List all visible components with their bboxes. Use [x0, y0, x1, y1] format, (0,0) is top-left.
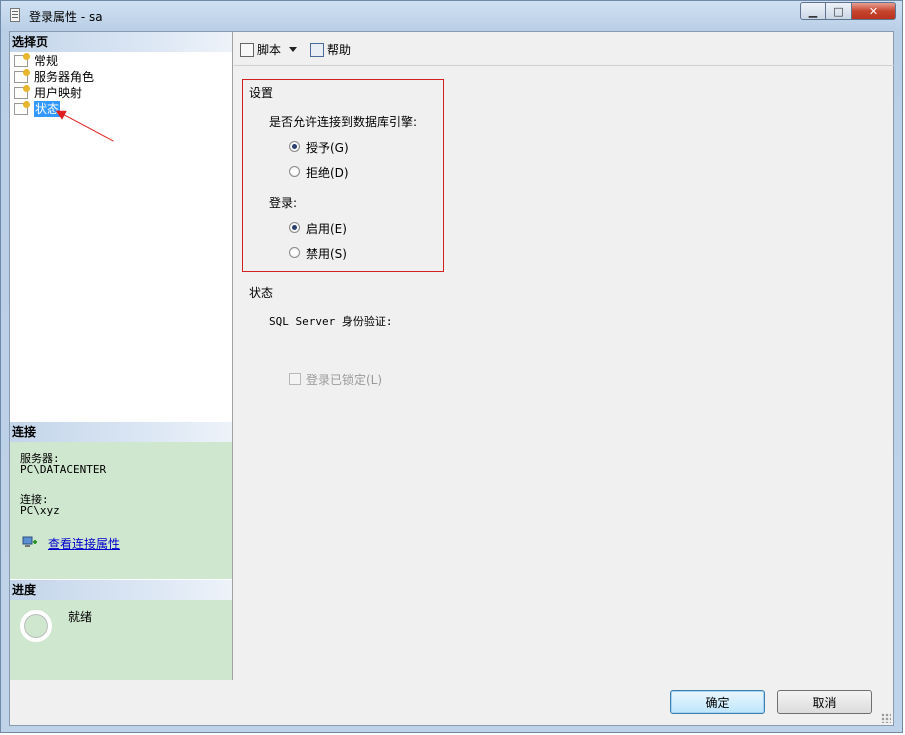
status-page-content: 设置 是否允许连接到数据库引擎: 授予(G) 拒绝(D) 登录: 启用(E) 禁…: [242, 72, 882, 672]
view-connection-properties-link[interactable]: 查看连接属性: [48, 535, 120, 552]
chevron-down-icon[interactable]: [289, 47, 298, 52]
server-value: PC\DATACENTER: [20, 463, 107, 476]
settings-section-title: 设置: [249, 86, 274, 100]
page-icon: [14, 85, 30, 99]
enable-label: 启用(E): [306, 222, 347, 236]
login-question: 登录:: [269, 196, 298, 210]
connection-header: 连接: [10, 422, 232, 442]
grant-label: 授予(G): [306, 141, 349, 155]
ok-button[interactable]: 确定: [670, 690, 765, 714]
minimize-button[interactable]: ▁: [800, 2, 826, 20]
window-title: 登录属性 - sa: [29, 10, 103, 24]
connection-properties-icon: [22, 536, 37, 547]
left-panel: 选择页 常规 服务器角色 用户映射 状态 连接 服务器: PC\DATACENT…: [10, 32, 233, 680]
enable-radio[interactable]: [289, 222, 300, 233]
progress-status: 就绪: [68, 610, 93, 624]
help-label: 帮助: [327, 43, 352, 57]
login-properties-window: 登录属性 - sa ▁ □ ✕ 选择页 常规 服务器角色 用户映射 状态 连接 …: [0, 0, 903, 733]
page-item-label: 用户映射: [34, 86, 83, 100]
page-icon: [14, 53, 30, 67]
page-list: 常规 服务器角色 用户映射 状态: [10, 52, 232, 117]
script-icon: [240, 42, 254, 57]
resize-grip[interactable]: [881, 713, 891, 723]
document-icon: [10, 8, 20, 22]
close-button[interactable]: ✕: [852, 2, 896, 20]
sql-auth-label: SQL Server 身份验证:: [269, 315, 393, 328]
permission-question: 是否允许连接到数据库引擎:: [269, 115, 418, 129]
login-locked-label: 登录已锁定(L): [306, 373, 383, 387]
page-item-general[interactable]: 常规: [10, 53, 232, 69]
page-icon: [14, 101, 30, 115]
page-icon: [14, 69, 30, 83]
select-page-header: 选择页: [10, 32, 232, 52]
title-bar[interactable]: 登录属性 - sa ▁ □ ✕: [1, 1, 902, 31]
script-button[interactable]: 脚本: [240, 41, 303, 58]
deny-label: 拒绝(D): [306, 166, 349, 180]
connection-value: PC\xyz: [20, 504, 60, 517]
deny-radio[interactable]: [289, 166, 300, 177]
toolbar: 脚本 帮助: [234, 32, 894, 66]
page-item-label: 常规: [34, 54, 59, 68]
window-controls: ▁ □ ✕: [800, 2, 896, 20]
page-item-status[interactable]: 状态: [10, 101, 232, 117]
connection-section: 连接 服务器: PC\DATACENTER 连接: PC\xyz 查看连接属性: [10, 422, 232, 579]
maximize-button[interactable]: □: [826, 2, 852, 20]
page-item-user-mapping[interactable]: 用户映射: [10, 85, 232, 101]
status-section-title: 状态: [249, 286, 274, 300]
help-icon: [310, 42, 324, 57]
script-label: 脚本: [257, 43, 282, 57]
help-button[interactable]: 帮助: [310, 41, 351, 58]
disable-label: 禁用(S): [306, 247, 347, 261]
login-locked-checkbox: [289, 373, 301, 385]
disable-radio[interactable]: [289, 247, 300, 258]
grant-radio[interactable]: [289, 141, 300, 152]
progress-spinner-icon: [20, 610, 52, 642]
progress-section: 进度 就绪: [10, 580, 232, 680]
page-item-server-roles[interactable]: 服务器角色: [10, 69, 232, 85]
page-item-label: 服务器角色: [34, 70, 95, 84]
progress-header: 进度: [10, 580, 232, 600]
dialog-client-area: 选择页 常规 服务器角色 用户映射 状态 连接 服务器: PC\DATACENT…: [9, 31, 894, 726]
cancel-button[interactable]: 取消: [777, 690, 872, 714]
